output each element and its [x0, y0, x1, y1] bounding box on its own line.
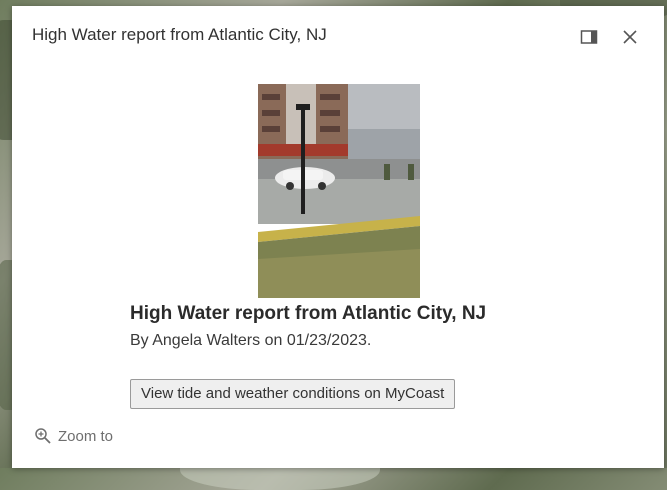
feature-title: High Water report from Atlantic City, NJ	[130, 303, 487, 324]
feature-popup: High Water report from Atlantic City, NJ	[12, 6, 664, 468]
dock-button[interactable]	[578, 26, 600, 48]
zoom-to-action[interactable]: Zoom to	[34, 427, 113, 445]
popup-header: High Water report from Atlantic City, NJ	[12, 6, 664, 64]
zoom-in-icon	[35, 428, 51, 444]
dock-icon	[580, 30, 598, 44]
popup-photo[interactable]	[258, 84, 420, 298]
view-conditions-button[interactable]: View tide and weather conditions on MyCo…	[130, 379, 456, 409]
close-button[interactable]	[619, 26, 641, 48]
feature-byline: By Angela Walters on 01/23/2023.	[130, 332, 372, 349]
zoom-to-label: Zoom to	[58, 427, 114, 445]
close-icon	[623, 30, 637, 44]
popup-title: High Water report from Atlantic City, NJ	[32, 25, 327, 44]
flooded-street-image	[258, 84, 420, 298]
